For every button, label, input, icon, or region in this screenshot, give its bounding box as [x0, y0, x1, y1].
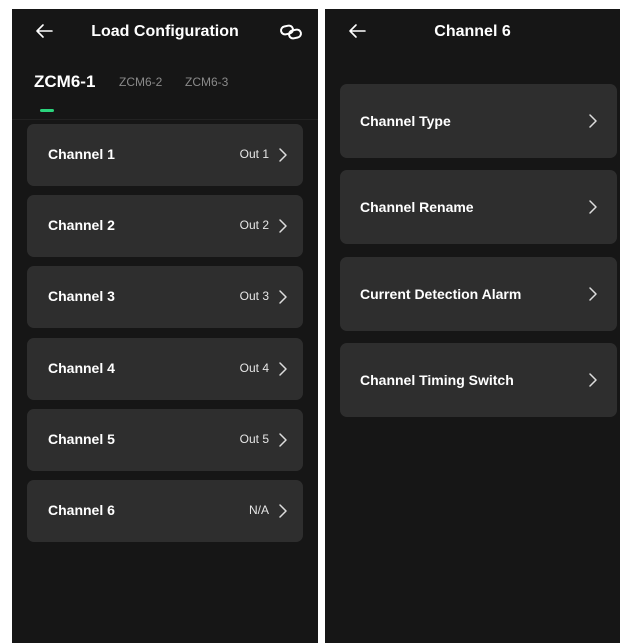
channel-row-6[interactable]: Channel 6 N/A: [27, 480, 303, 542]
current-detection-alarm-item[interactable]: Current Detection Alarm: [340, 257, 617, 331]
channel-detail-screen: Channel 6 Channel Type Channel Rename Cu…: [325, 9, 620, 643]
tab-zcm6-3[interactable]: ZCM6-3: [185, 75, 228, 89]
channel-label: Channel 1: [48, 146, 115, 162]
menu-item-label: Channel Rename: [360, 199, 474, 215]
tab-zcm6-2[interactable]: ZCM6-2: [119, 75, 162, 89]
channel-row-1[interactable]: Channel 1 Out 1: [27, 124, 303, 186]
chevron-right-icon: [587, 198, 599, 216]
channel-row-3[interactable]: Channel 3 Out 3: [27, 266, 303, 328]
tab-zcm6-1[interactable]: ZCM6-1: [34, 72, 95, 92]
channel-output-value: Out 5: [239, 432, 269, 446]
channel-label: Channel 5: [48, 431, 115, 447]
link-icon: [280, 24, 302, 40]
chevron-right-icon: [277, 288, 289, 306]
link-button[interactable]: [278, 21, 304, 43]
menu-item-label: Current Detection Alarm: [360, 286, 522, 302]
channel-type-item[interactable]: Channel Type: [340, 84, 617, 158]
channel-output-value: Out 4: [239, 361, 269, 375]
chevron-right-icon: [277, 431, 289, 449]
channel-row-2[interactable]: Channel 2 Out 2: [27, 195, 303, 257]
page-title: Load Configuration: [91, 23, 239, 40]
chevron-right-icon: [587, 285, 599, 303]
channel-row-4[interactable]: Channel 4 Out 4: [27, 338, 303, 400]
tab-divider: [12, 119, 318, 120]
menu-item-label: Channel Timing Switch: [360, 372, 514, 388]
channel-output-value: Out 1: [239, 147, 269, 161]
page-title: Channel 6: [434, 23, 511, 40]
channel-row-5[interactable]: Channel 5 Out 5: [27, 409, 303, 471]
channel-rename-item[interactable]: Channel Rename: [340, 170, 617, 244]
top-bar: Channel 6: [325, 9, 620, 59]
chevron-right-icon: [587, 112, 599, 130]
chevron-right-icon: [277, 217, 289, 235]
active-tab-indicator: [40, 109, 54, 112]
top-bar: Load Configuration: [12, 9, 318, 59]
chevron-right-icon: [277, 146, 289, 164]
channel-output-value: Out 2: [239, 218, 269, 232]
channel-label: Channel 6: [48, 502, 115, 518]
chevron-right-icon: [587, 371, 599, 389]
channel-timing-switch-item[interactable]: Channel Timing Switch: [340, 343, 617, 417]
channel-output-value: N/A: [248, 503, 269, 517]
channel-label: Channel 2: [48, 217, 115, 233]
device-tabs: ZCM6-1 ZCM6-2 ZCM6-3: [34, 72, 318, 105]
load-configuration-screen: Load Configuration ZCM6-1 ZCM6-2 ZCM6-3 …: [12, 9, 318, 643]
channel-label: Channel 3: [48, 288, 115, 304]
channel-output-value: Out 3: [239, 289, 269, 303]
chevron-right-icon: [277, 502, 289, 520]
chevron-right-icon: [277, 360, 289, 378]
channel-label: Channel 4: [48, 360, 115, 376]
menu-item-label: Channel Type: [360, 113, 451, 129]
